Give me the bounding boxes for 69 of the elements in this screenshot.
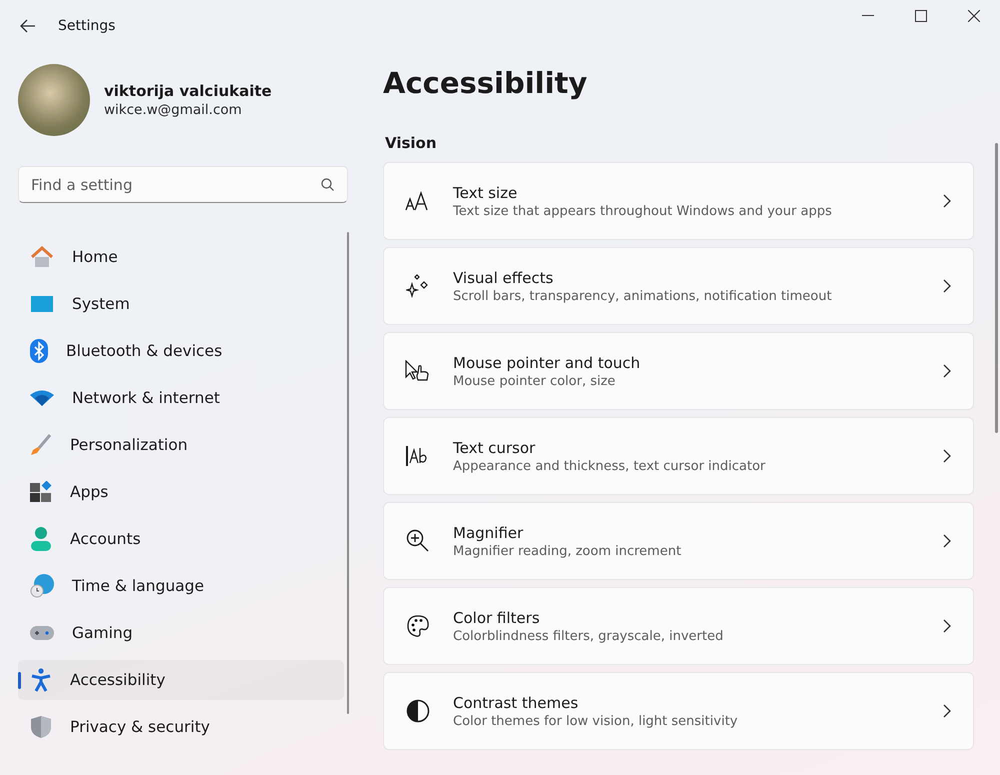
bluetooth-icon — [30, 339, 48, 363]
search-icon — [321, 178, 334, 191]
person-icon — [30, 527, 52, 551]
chevron-right-icon — [943, 279, 951, 293]
paintbrush-icon — [30, 434, 52, 456]
nav-item[interactable]: Personalization — [18, 425, 344, 465]
nav-item[interactable]: Bluetooth & devices — [18, 331, 344, 371]
shield-icon — [30, 715, 52, 739]
chevron-right-icon — [943, 704, 951, 718]
card-title: Magnifier — [453, 524, 524, 542]
zoom-in-icon — [406, 529, 430, 553]
card-description: Mouse pointer color, size — [453, 374, 616, 388]
monitor-icon — [30, 294, 54, 314]
scrollbar[interactable] — [347, 232, 349, 714]
nav-item[interactable]: Apps — [18, 472, 344, 512]
card-title: Mouse pointer and touch — [453, 354, 642, 372]
chevron-right-icon — [943, 194, 951, 208]
card-title: Text size — [453, 184, 518, 202]
card-description: Colorblindness filters, grayscale, inverted — [453, 628, 724, 644]
globe-clock-icon — [30, 574, 54, 598]
sparkles-icon — [406, 274, 430, 298]
card-description: Appearance and thickness, text cursor indicator — [453, 458, 766, 474]
chevron-right-icon — [943, 619, 951, 633]
back-arrow-icon — [20, 19, 36, 33]
settings-card[interactable]: Mouse pointer and touch Mouse pointer color, size — [383, 332, 974, 410]
scrollbar[interactable] — [995, 143, 998, 433]
card-title: Visual effects — [453, 268, 554, 286]
nav-item[interactable]: Network & internet — [18, 378, 344, 418]
chevron-right-icon — [943, 449, 951, 463]
contrast-icon — [406, 699, 430, 723]
section-heading: Vision — [385, 134, 438, 152]
pointer-hand-icon — [405, 360, 431, 382]
search-field[interactable]: Find a setting — [18, 166, 348, 203]
nav-item[interactable]: Home — [18, 237, 344, 277]
card-description: Text size that appears throughout Windows and your apps — [453, 204, 833, 218]
nav-item[interactable]: Gaming — [18, 613, 344, 653]
apps-icon — [30, 481, 52, 503]
settings-card[interactable]: Magnifier Magnifier reading, zoom increment — [383, 502, 974, 580]
close-icon — [968, 10, 980, 22]
card-description: Color themes for low vision, light sensitivity — [453, 714, 739, 728]
settings-card[interactable]: Color filters Colorblindness filters, grayscale, inverted — [383, 587, 974, 665]
gamepad-icon — [30, 624, 54, 642]
card-description: Magnifier reading, zoom increment — [453, 544, 682, 558]
nav-item[interactable]: Time & language — [18, 566, 344, 606]
nav-item[interactable]: Accessibility — [18, 660, 344, 700]
user-name: viktorija valciukaite — [104, 82, 272, 100]
house-icon — [30, 246, 54, 268]
card-title: Color filters — [453, 608, 541, 626]
settings-card[interactable]: Text size Text size that appears throughout Windows and your apps — [383, 162, 974, 240]
card-title: Text cursor — [453, 438, 536, 456]
nav-item[interactable]: Accounts — [18, 519, 344, 559]
chevron-right-icon — [943, 534, 951, 548]
settings-card[interactable]: Visual effects Scroll bars, transparency, animations, notification timeout — [383, 247, 974, 325]
card-description: Scroll bars, transparency, animations, notification timeout — [453, 288, 833, 304]
settings-card[interactable]: Text cursor Appearance and thickness, text cursor indicator — [383, 417, 974, 495]
nav-item[interactable]: Privacy & security — [18, 707, 344, 747]
maximize-icon — [914, 10, 926, 22]
card-title: Contrast themes — [453, 694, 580, 712]
user-email: wikce.w@gmail.com — [104, 102, 243, 118]
selection-indicator — [18, 672, 21, 689]
chevron-right-icon — [943, 364, 951, 378]
window-title: Settings — [58, 18, 116, 34]
nav-item[interactable]: System — [18, 284, 344, 324]
wifi-icon — [30, 390, 54, 406]
page-title: Accessibility — [383, 66, 588, 100]
palette-icon — [406, 614, 430, 638]
accessibility-icon — [30, 668, 52, 692]
minimize-icon — [862, 15, 874, 17]
settings-card[interactable]: Contrast themes Color themes for low vision, light sensitivity — [383, 672, 974, 750]
